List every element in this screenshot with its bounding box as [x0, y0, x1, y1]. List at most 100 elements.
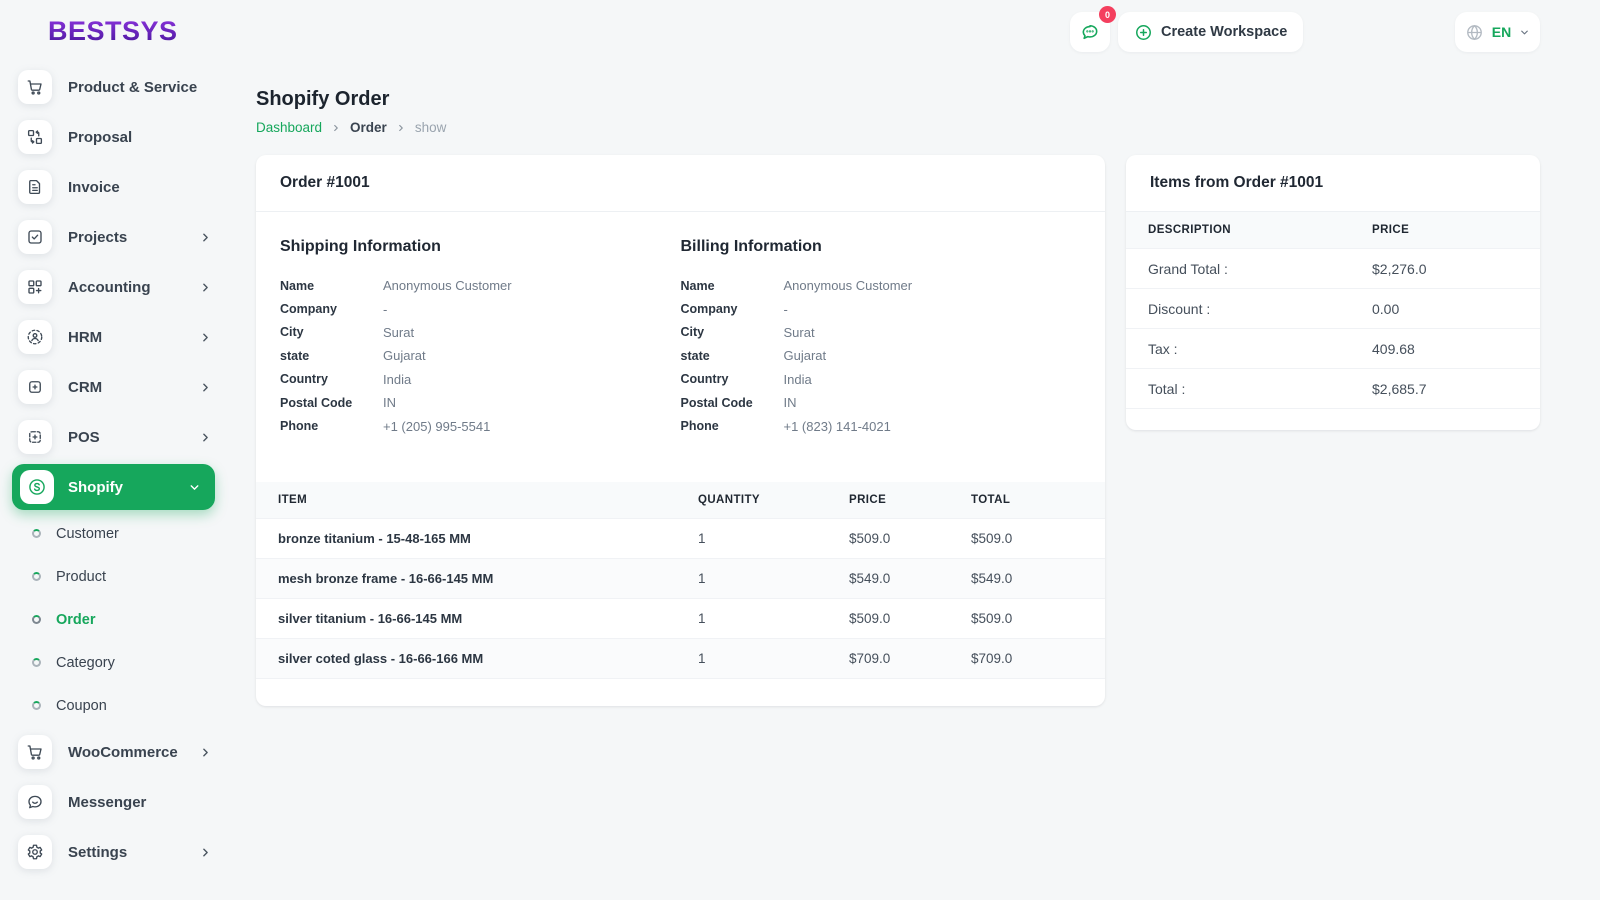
sidebar-subitem-label: Coupon	[56, 697, 107, 714]
chevron-right-icon	[203, 283, 208, 291]
info-row: Company -	[680, 301, 788, 317]
order-items-table: ITEM QUANTITY PRICE TOTAL bronze titaniu…	[256, 481, 1105, 678]
sidebar-item-product-service[interactable]: Product & Service	[0, 62, 232, 112]
sidebar-item-shopify[interactable]: Shopify	[12, 464, 215, 510]
sidebar-subitem-label: Category	[56, 654, 115, 671]
chat-button[interactable]: 0	[1070, 6, 1116, 52]
page-header: Shopify Order Dashboard Order show	[256, 88, 446, 135]
pos-frame-icon	[18, 420, 52, 454]
chevron-right-icon	[203, 848, 208, 856]
chevron-right-icon	[203, 748, 208, 756]
language-label: EN	[1491, 24, 1512, 40]
summary-row-tax: Tax : 409.68	[1126, 328, 1540, 368]
invoice-icon	[18, 170, 52, 204]
order-items-table-header: ITEM QUANTITY PRICE TOTAL	[256, 481, 1105, 518]
messenger-icon	[18, 785, 52, 819]
chevron-right-icon	[203, 333, 208, 341]
chevron-right-icon	[203, 233, 208, 241]
table-row: mesh bronze frame - 16-66-145 MM 1 $549.…	[256, 557, 1105, 598]
chevron-right-icon	[203, 383, 208, 391]
info-row: state Gujarat	[280, 348, 426, 364]
info-row: Phone +1 (823) 141-4021	[680, 418, 891, 434]
globe-icon	[1466, 24, 1482, 40]
breadcrumb-dashboard-link[interactable]: Dashboard	[256, 120, 322, 135]
summary-row-grand-total: Grand Total : $2,276.0	[1126, 248, 1540, 288]
order-detail-card: Order #1001 Shipping Information Name Ano…	[256, 155, 1105, 706]
create-workspace-label: Create Workspace	[1161, 24, 1288, 40]
summary-card-footer	[1126, 408, 1540, 430]
chevron-down-icon	[190, 484, 199, 490]
language-selector[interactable]: EN	[1455, 12, 1540, 52]
info-row: Country India	[280, 371, 412, 387]
order-card-header: Order #1001	[256, 155, 1105, 212]
summary-card-title: Items from Order #1001	[1150, 174, 1324, 191]
circle-bullet-icon	[32, 529, 41, 538]
info-row: state Gujarat	[680, 348, 827, 364]
table-row: silver coted glass - 16-66-166 MM 1 $709…	[256, 637, 1105, 678]
sidebar-item-label: Settings	[68, 843, 128, 861]
hrm-user-icon	[18, 320, 52, 354]
sidebar-subitem-label: Order	[56, 611, 96, 628]
shopify-icon	[20, 470, 54, 504]
circle-bullet-icon	[32, 658, 41, 667]
sidebar-subitem-order[interactable]: Order	[0, 598, 232, 641]
summary-table-header: DESCRIPTION PRICE	[1126, 212, 1540, 248]
sidebar-item-messenger[interactable]: Messenger	[0, 777, 232, 827]
projects-check-icon	[18, 220, 52, 254]
sidebar-item-hrm[interactable]: HRM	[0, 312, 232, 362]
sidebar-item-settings[interactable]: Settings	[0, 827, 232, 877]
breadcrumb-current: show	[414, 120, 447, 135]
sidebar-item-label: WooCommerce	[68, 743, 178, 761]
page-title: Shopify Order	[256, 88, 390, 110]
order-card-body: Shipping Information Name Anonymous Custo…	[256, 212, 1105, 438]
sidebar-subitem-customer[interactable]: Customer	[0, 512, 232, 555]
sidebar-subitem-category[interactable]: Category	[0, 641, 232, 684]
shipping-heading: Shipping Information	[280, 238, 441, 255]
chevron-right-icon	[398, 124, 403, 131]
chat-badge: 0	[1099, 6, 1116, 23]
summary-row-total: Total : $2,685.7	[1126, 368, 1540, 408]
order-summary-card: Items from Order #1001 DESCRIPTION PRICE…	[1126, 155, 1540, 430]
sidebar-item-woocommerce[interactable]: WooCommerce	[0, 727, 232, 777]
sidebar-subitem-label: Customer	[56, 525, 119, 542]
sidebar-item-proposal[interactable]: Proposal	[0, 112, 232, 162]
sidebar-item-accounting[interactable]: Accounting	[0, 262, 232, 312]
sidebar-subitem-label: Product	[56, 568, 106, 585]
chevron-down-icon	[1521, 30, 1529, 34]
cart-icon	[18, 70, 52, 104]
sidebar-item-label: Projects	[68, 228, 128, 246]
crm-frame-icon	[18, 370, 52, 404]
chevron-right-icon	[334, 124, 338, 131]
sidebar-item-pos[interactable]: POS	[0, 412, 232, 462]
shipping-information-section: Shipping Information Name Anonymous Custo…	[280, 238, 681, 438]
cart-icon	[18, 735, 52, 769]
info-row: Country India	[680, 371, 812, 387]
breadcrumb-order-link[interactable]: Order	[350, 120, 387, 135]
sidebar-item-projects[interactable]: Projects	[0, 212, 232, 262]
billing-heading: Billing Information	[680, 238, 822, 255]
sidebar-item-label: Product & Service	[68, 78, 198, 96]
sidebar-item-label: HRM	[68, 328, 103, 346]
sidebar-item-label: Shopify	[68, 478, 123, 496]
circle-bullet-icon	[32, 701, 41, 710]
info-row: Postal Code IN	[680, 395, 797, 411]
sidebar-item-crm[interactable]: CRM	[0, 362, 232, 412]
sidebar-subitem-product[interactable]: Product	[0, 555, 232, 598]
plus-circle-icon	[1136, 24, 1151, 40]
sidebar-item-label: Accounting	[68, 278, 151, 296]
info-row: Phone +1 (205) 995-5541	[280, 418, 491, 434]
chat-bubble-icon	[1082, 24, 1098, 40]
sidebar-item-invoice[interactable]: Invoice	[0, 162, 232, 212]
summary-card-header: Items from Order #1001	[1126, 155, 1540, 212]
sidebar-subitem-coupon[interactable]: Coupon	[0, 684, 232, 727]
accounting-grid-icon	[18, 270, 52, 304]
circle-bullet-icon	[32, 572, 41, 581]
info-row: Name Anonymous Customer	[280, 278, 512, 294]
sidebar-item-label: Invoice	[68, 178, 120, 196]
order-card-footer	[256, 677, 1105, 706]
info-row: City Surat	[280, 324, 415, 340]
info-row: Postal Code IN	[280, 395, 396, 411]
sidebar: BESTSYS Product & Service Proposal Invoi…	[0, 0, 232, 900]
circle-bullet-icon	[32, 615, 41, 624]
create-workspace-button[interactable]: Create Workspace	[1118, 12, 1304, 52]
